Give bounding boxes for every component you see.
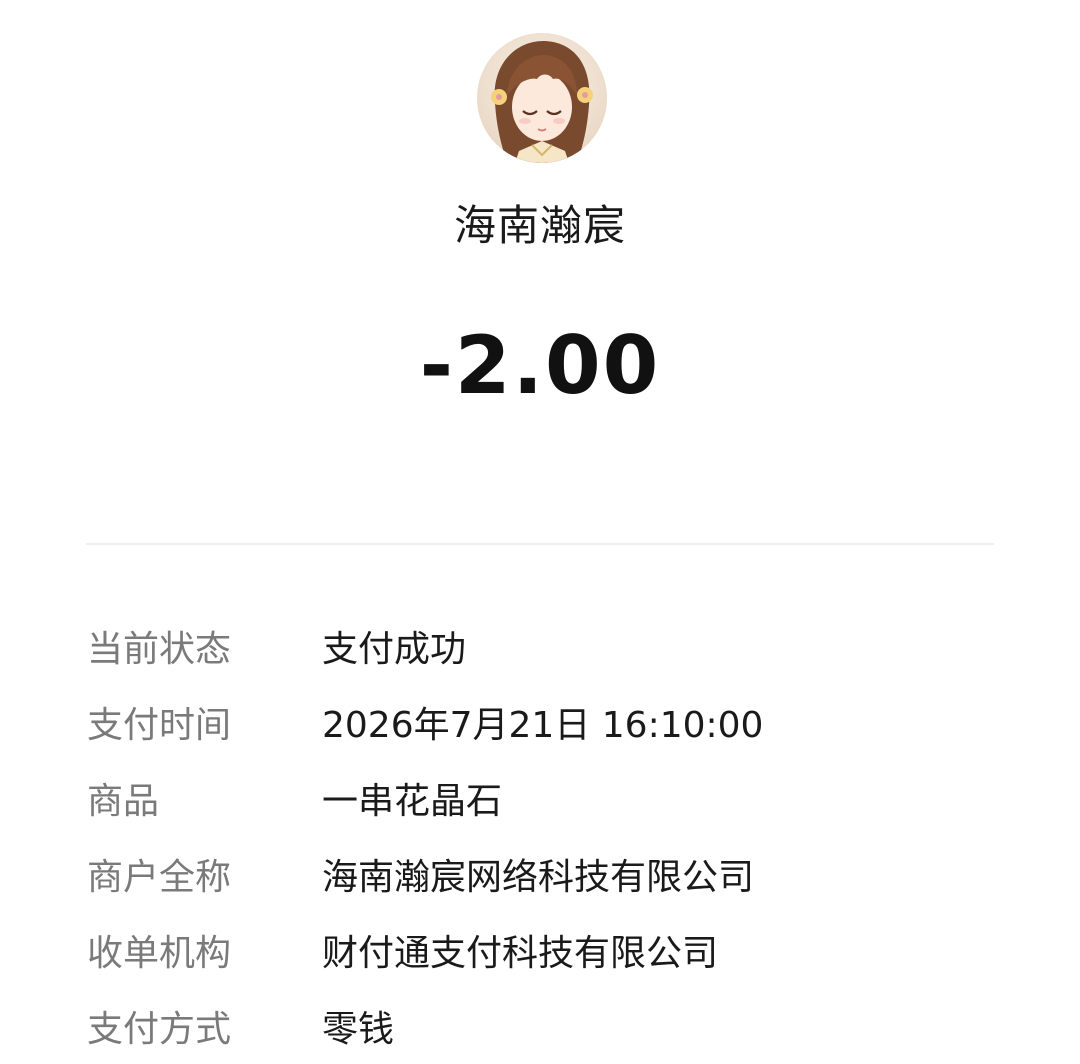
detail-row-payment-time: 支付时间 2026年7月21日 16:10:00 [87, 684, 997, 760]
detail-value: 海南瀚宸网络科技有限公司 [322, 857, 755, 898]
merchant-avatar[interactable] [477, 33, 607, 163]
detail-label: 商品 [87, 781, 160, 822]
detail-value: 一串花晶石 [322, 781, 503, 822]
detail-value: 零钱 [322, 1009, 395, 1050]
detail-row-merchant-full-name: 商户全称 海南瀚宸网络科技有限公司 [87, 836, 997, 912]
detail-value: 财付通支付科技有限公司 [322, 933, 719, 974]
detail-label: 支付时间 [87, 705, 232, 746]
detail-row-product: 商品 一串花晶石 [87, 760, 997, 836]
detail-value: 支付成功 [322, 629, 467, 670]
detail-row-payment-method: 支付方式 零钱 [87, 988, 997, 1064]
divider [86, 543, 994, 545]
detail-value: 2026年7月21日 16:10:00 [322, 705, 764, 746]
detail-label: 当前状态 [87, 629, 232, 670]
transaction-details: 当前状态 支付成功 支付时间 2026年7月21日 16:10:00 商品 一串… [87, 608, 997, 1064]
transaction-amount: -2.00 [419, 319, 661, 412]
detail-label: 收单机构 [87, 933, 232, 974]
detail-row-acquirer: 收单机构 财付通支付科技有限公司 [87, 912, 997, 988]
detail-row-status: 当前状态 支付成功 [87, 608, 997, 684]
detail-label: 支付方式 [87, 1009, 232, 1050]
merchant-name: 海南瀚宸 [453, 201, 626, 250]
anime-girl-avatar-icon [477, 33, 607, 163]
detail-label: 商户全称 [87, 857, 232, 898]
